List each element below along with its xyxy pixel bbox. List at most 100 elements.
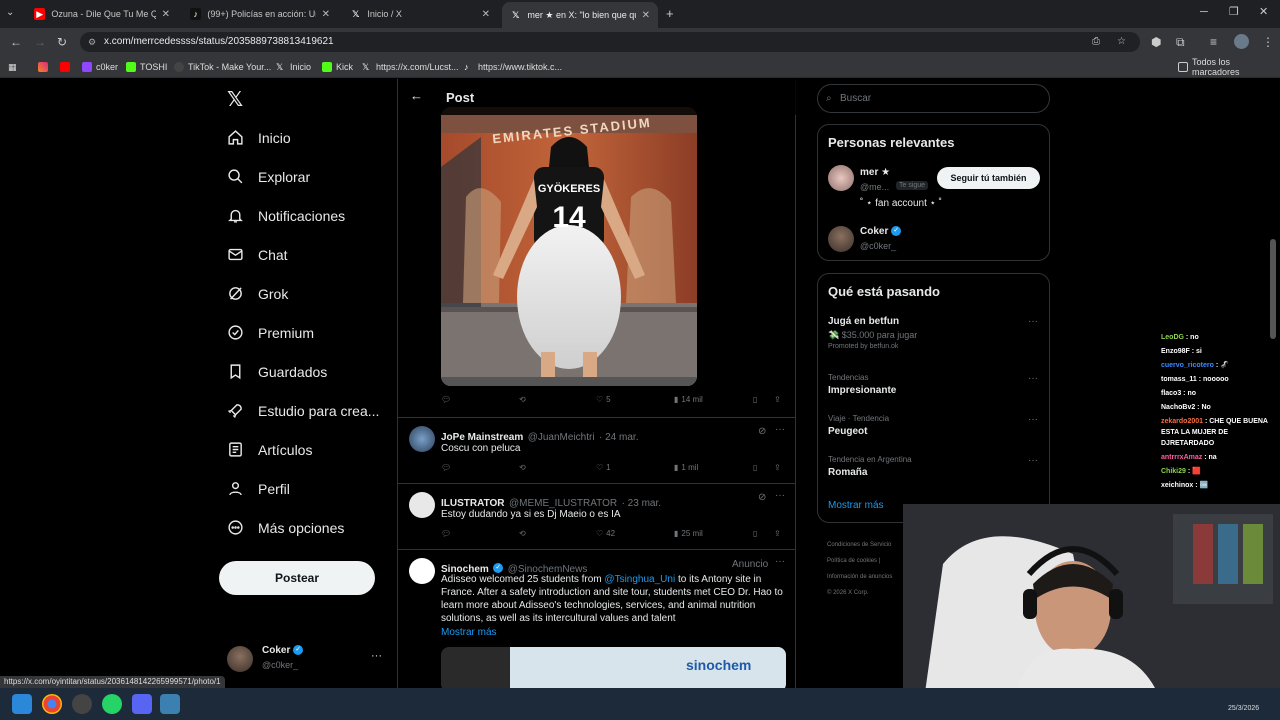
forward-icon[interactable]: →	[34, 35, 46, 49]
install-icon[interactable]: ⎙	[1092, 32, 1100, 52]
windows-start-icon[interactable]	[12, 694, 32, 714]
tab-ozuna[interactable]: ▶ Ozuna - Dile Que Tu Me Quieres ✕	[26, 3, 178, 25]
repost-button[interactable]: ⟲	[519, 463, 526, 472]
url-field[interactable]: ⚙ x.com/merrcedessss/status/203588973881…	[80, 32, 1140, 52]
trend-more-icon[interactable]: ···	[1028, 455, 1038, 466]
youtube-bookmark[interactable]	[60, 60, 70, 74]
sidebar-item-guardados[interactable]: Guardados	[227, 363, 327, 380]
bookmark-button[interactable]: ▯	[753, 395, 757, 404]
sidebar-item-premium[interactable]: Premium	[227, 324, 314, 341]
repost-button[interactable]: ⟲	[519, 529, 526, 538]
grok-icon[interactable]: ⊘	[758, 492, 766, 503]
bookmark-button[interactable]: ▯	[753, 463, 757, 472]
avatar[interactable]	[409, 426, 435, 452]
sidebar-item-grok[interactable]: Grok	[227, 285, 288, 302]
sidebar-item-notificaciones[interactable]: Notificaciones	[227, 207, 345, 224]
person-name[interactable]: mer ★	[860, 167, 890, 178]
views-button[interactable]: ▮ 14 mil	[674, 395, 703, 404]
reply-tweet[interactable]: JoPe Mainstream @JuanMeichtri · 24 mar. …	[398, 417, 796, 483]
search-input[interactable]: ⌕ Buscar	[817, 84, 1050, 113]
trend-item[interactable]: Tendencia en Argentina Romaña ···	[828, 455, 1040, 478]
bookmark-inicio[interactable]: 𝕏 Inicio	[276, 60, 311, 74]
sidebar-item-mas-opciones[interactable]: Más opciones	[227, 519, 344, 536]
bookmark-button[interactable]: ▯	[753, 529, 757, 538]
reply-button[interactable]: 💬︎	[441, 395, 454, 404]
apps-icon[interactable]: ▦	[8, 60, 17, 74]
reply-button[interactable]: 💬︎	[441, 463, 451, 472]
mention-link[interactable]: @Tsinghua_Uni	[604, 574, 675, 585]
account-switcher[interactable]: Coker ✓ @c0ker_ ···	[227, 644, 387, 676]
trend-more-icon[interactable]: ···	[1028, 414, 1038, 425]
account-more-icon[interactable]: ···	[371, 650, 382, 662]
tweet-more-icon[interactable]: ···	[775, 490, 785, 501]
restore-button[interactable]: ❐	[1229, 5, 1239, 18]
reload-icon[interactable]: ↻	[57, 35, 67, 49]
share-button[interactable]: ⇪	[774, 529, 781, 538]
post-button[interactable]: Postear	[219, 561, 375, 595]
tweet-more-icon[interactable]: ···	[775, 556, 785, 567]
footer-link[interactable]: Condiciones de Servicio	[827, 537, 892, 553]
reply-button[interactable]: 💬︎	[441, 529, 451, 538]
footer-link[interactable]: Información de anuncios	[827, 569, 892, 585]
bookmark-toshi[interactable]: TOSHI	[126, 60, 167, 74]
sidebar-item-estudio[interactable]: Estudio para crea...	[227, 402, 379, 419]
app-icon[interactable]	[160, 694, 180, 714]
instagram-bookmark[interactable]	[38, 60, 48, 74]
like-button[interactable]: ♡ 42	[596, 529, 615, 538]
minimize-button[interactable]: ─	[1200, 6, 1208, 18]
sidebar-item-perfil[interactable]: Perfil	[227, 480, 290, 497]
like-button[interactable]: ♡ 5	[596, 395, 611, 404]
tab-inicio-x[interactable]: 𝕏 Inicio / X ✕	[342, 3, 498, 25]
avatar[interactable]	[409, 492, 435, 518]
grok-icon[interactable]: ⊘	[758, 426, 766, 437]
avatar[interactable]	[409, 558, 435, 584]
repost-button[interactable]: ⟲	[519, 395, 529, 404]
page-scrollbar[interactable]	[1270, 239, 1276, 339]
avatar[interactable]	[828, 226, 854, 252]
tweet-date[interactable]: · 23 mar.	[622, 498, 661, 509]
back-icon[interactable]: ←	[10, 35, 22, 49]
sidebar-item-articulos[interactable]: Artículos	[227, 441, 312, 458]
trend-more-icon[interactable]: ···	[1028, 373, 1038, 384]
reply-tweet[interactable]: ILUSTRATOR @MEME_ILUSTRATOR · 23 mar. ⊘ …	[398, 483, 796, 549]
menu-icon[interactable]: ⋮	[1262, 35, 1274, 49]
sidebar-item-inicio[interactable]: Inicio	[227, 129, 291, 146]
close-icon[interactable]: ✕	[482, 9, 490, 20]
star-icon[interactable]: ☆	[1117, 32, 1126, 52]
media-icon[interactable]: ≡	[1210, 35, 1217, 49]
bookmark-tiktok[interactable]: TikTok - Make Your...	[174, 60, 271, 74]
bookmark-x-lucst[interactable]: 𝕏https://x.com/Lucst...	[362, 60, 459, 74]
tweet-handle[interactable]: @JuanMeichtri	[528, 432, 595, 443]
close-window-button[interactable]: ✕	[1259, 5, 1268, 18]
close-icon[interactable]: ✕	[162, 9, 170, 20]
close-icon[interactable]: ✕	[642, 10, 650, 21]
bookmark-c0ker[interactable]: c0ker	[82, 60, 118, 74]
x-logo[interactable]: 𝕏	[227, 87, 243, 112]
post-image[interactable]: EMIRATES STADIUM GYÖKERES 14	[441, 107, 697, 386]
new-tab-button[interactable]: +	[666, 6, 674, 21]
views-button[interactable]: ▮ 25 mil	[674, 529, 703, 538]
all-bookmarks[interactable]: Todos los marcadores	[1178, 57, 1280, 77]
follow-back-button[interactable]: Seguir tú también	[937, 167, 1040, 189]
tab-policias[interactable]: ♪ (99+) Policías en acción: Un visto ✕	[182, 3, 338, 25]
show-more-link[interactable]: Mostrar más	[441, 627, 497, 638]
person-name[interactable]: Coker ✓	[860, 226, 902, 237]
person-handle[interactable]: @c0ker_	[860, 241, 896, 251]
trend-item[interactable]: Tendencias Impresionante ···	[828, 373, 1040, 396]
discord-icon[interactable]	[132, 694, 152, 714]
trend-more-icon[interactable]: ···	[1028, 316, 1038, 327]
back-arrow-icon[interactable]: ←	[410, 88, 423, 103]
chrome-icon[interactable]	[42, 694, 62, 714]
show-more-link[interactable]: Mostrar más	[828, 500, 884, 511]
site-info-icon[interactable]: ⚙	[88, 32, 96, 52]
sidebar-item-chat[interactable]: Chat	[227, 246, 288, 263]
trend-item[interactable]: Jugá en betfun 💸 $35.000 para jugar Prom…	[828, 316, 1040, 350]
views-button[interactable]: ▮ 1 mil	[674, 463, 698, 472]
whatsapp-icon[interactable]	[102, 694, 122, 714]
footer-link[interactable]: Política de cookies |	[827, 553, 892, 569]
avatar[interactable]	[828, 165, 854, 191]
like-button[interactable]: ♡ 1	[596, 463, 611, 472]
ad-media[interactable]: sinochem	[441, 647, 786, 688]
tweet-date[interactable]: · 24 mar.	[599, 432, 638, 443]
trend-item[interactable]: Viaje · Tendencia Peugeot ···	[828, 414, 1040, 437]
